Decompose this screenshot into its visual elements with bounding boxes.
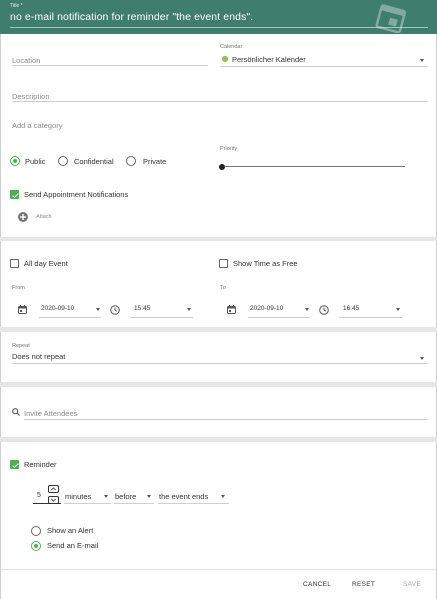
description-input[interactable]: Description [12,92,50,101]
cancel-button[interactable]: CANCEL [303,581,331,588]
reminder-relation-select[interactable]: before [115,492,136,501]
repeat-card: Repeat Does not repeat [0,332,437,382]
calendar-icon[interactable] [18,305,27,314]
send-email-radio[interactable] [31,541,41,551]
to-label: To [220,285,226,291]
show-alert-radio[interactable] [31,526,41,536]
chevron-down-icon[interactable] [396,308,400,311]
reminder-label: Reminder [24,460,57,469]
reminder-anchor-select[interactable]: the event ends [159,492,208,501]
repeat-underline [12,363,428,364]
show-alert-label: Show an Alert [47,526,94,535]
privacy-confidential-radio[interactable] [58,156,68,166]
to-time-input[interactable]: 16:45 [343,305,359,312]
chevron-down-icon[interactable] [420,59,424,62]
chevron-down-icon[interactable] [48,496,59,504]
from-time-underline [130,317,193,318]
calendar-color-dot [222,56,228,62]
repeat-select[interactable]: Does not repeat [12,352,65,361]
send-notifications-label: Send Appointment Notifications [24,190,129,199]
from-time-input[interactable]: 15:45 [134,305,150,312]
from-label: From [12,285,25,291]
from-date-input[interactable]: 2020-09-10 [41,305,74,312]
privacy-public-label: Public [25,157,46,166]
details-card: Location Calendar Persönlicher Kalender … [0,34,437,237]
description-underline [12,101,428,102]
privacy-public-radio[interactable] [10,156,20,166]
clock-icon[interactable] [319,305,329,315]
attendees-underline [24,419,428,420]
location-underline [12,65,208,66]
reset-button[interactable]: RESET [352,581,375,588]
attendees-card: Invite Attendees [0,387,437,437]
privacy-private-radio[interactable] [126,156,136,166]
chevron-up-icon[interactable] [48,485,59,493]
calendar-icon[interactable] [227,305,236,314]
privacy-confidential-label: Confidential [74,157,114,166]
reminder-card: Reminder 5 minutes before the event ends… [0,442,437,599]
anchor-underline [158,503,229,504]
chevron-down-icon[interactable] [104,495,108,498]
send-email-label: Send an E-mail [47,541,99,550]
chevron-down-icon[interactable] [305,308,309,311]
invite-attendees-input[interactable]: Invite Attendees [24,409,77,418]
save-button[interactable]: SAVE [403,581,421,588]
priority-slider-track[interactable] [222,166,405,167]
reminder-checkbox[interactable] [10,460,19,469]
to-time-underline [339,317,402,318]
add-attachment-icon[interactable] [18,212,28,222]
unit-underline [64,503,111,504]
reminder-amount-input[interactable]: 5 [37,492,41,499]
chevron-down-icon[interactable] [147,495,151,498]
category-input[interactable]: Add a category [12,121,62,130]
to-date-input[interactable]: 2020-09-10 [250,305,283,312]
title-input[interactable]: no e-mail notification for reminder "the… [10,11,253,23]
chevron-down-icon[interactable] [420,357,424,360]
privacy-private-label: Private [143,157,167,166]
location-input[interactable]: Location [12,56,40,65]
chevron-down-icon[interactable] [96,308,100,311]
search-icon [12,408,20,416]
chevron-down-icon[interactable] [221,495,225,498]
reminder-unit-select[interactable]: minutes [65,492,91,501]
chevron-down-icon[interactable] [187,308,191,311]
from-date-underline [39,317,101,318]
title-underline [10,27,428,28]
all-day-checkbox[interactable] [10,259,19,268]
calendar-underline [220,66,428,67]
all-day-label: All day Event [24,259,68,268]
clock-icon[interactable] [110,305,120,315]
send-notifications-checkbox[interactable] [10,190,19,199]
relation-underline [114,503,154,504]
to-date-underline [248,317,310,318]
repeat-label: Repeat [12,343,30,349]
title-label: Title * [10,3,23,9]
attach-label[interactable]: Attach [36,214,52,220]
calendar-select[interactable]: Persönlicher Kalender [232,55,306,64]
calendar-label: Calendar [220,44,243,50]
priority-label: Priority [220,146,238,152]
title-header: Title * no e-mail notification for remin… [0,0,437,34]
show-free-checkbox[interactable] [219,259,228,268]
priority-slider-thumb[interactable] [219,164,225,170]
calendar-watermark-icon [375,4,406,33]
footer-divider [1,569,436,570]
timing-card: All day Event Show Time as Free From 202… [0,241,437,327]
show-free-label: Show Time as Free [233,259,298,268]
